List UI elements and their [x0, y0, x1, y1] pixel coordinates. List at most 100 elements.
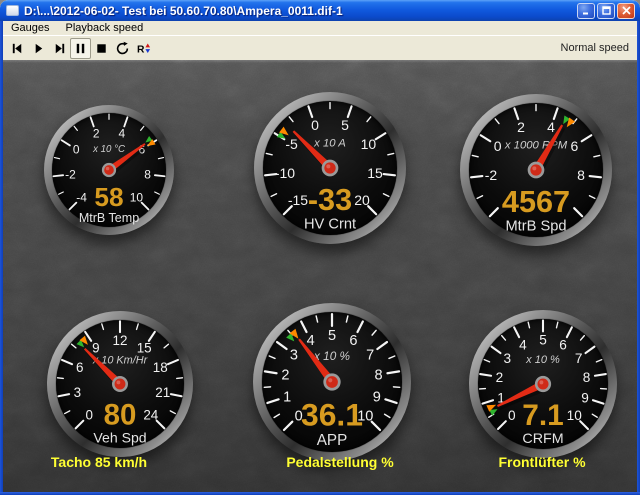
menubar: Gauges Playback speed	[3, 21, 637, 35]
gauge-mtrb-temp: -4-20246810x 10 °C58MtrB Temp	[44, 105, 174, 235]
gauge-crfm: 0 1 2 3 4 5 6 7 8 9 10 x 10 % 7.1 CRFM	[469, 310, 617, 458]
reset-icon: R	[136, 42, 150, 55]
svg-text:9: 9	[92, 341, 99, 356]
gauge-title: HV Crnt	[304, 217, 356, 233]
gauge-unit: x 10 %	[525, 354, 560, 366]
svg-text:5: 5	[328, 328, 336, 344]
svg-text:6: 6	[349, 333, 357, 349]
titlebar[interactable]: D:\...\2012-06-02- Test bei 50.60.70.80\…	[0, 0, 640, 21]
gauge-title: APP	[317, 432, 347, 449]
app-window: D:\...\2012-06-02- Test bei 50.60.70.80\…	[0, 0, 640, 495]
gauge-value: 7.1	[522, 399, 564, 432]
svg-text:24: 24	[143, 407, 158, 422]
svg-text:-2: -2	[485, 167, 498, 183]
svg-text:0: 0	[73, 143, 80, 157]
svg-text:7: 7	[366, 347, 374, 363]
svg-text:3: 3	[74, 385, 81, 400]
menu-gauges[interactable]: Gauges	[3, 21, 58, 35]
svg-text:21: 21	[155, 385, 170, 400]
gauge-caption-app: Pedalstellung %	[286, 454, 394, 470]
svg-text:6: 6	[559, 337, 567, 352]
svg-text:4: 4	[519, 337, 527, 352]
svg-text:8: 8	[374, 368, 382, 384]
svg-text:2: 2	[93, 127, 100, 141]
pause-button[interactable]	[70, 37, 91, 59]
svg-text:4: 4	[118, 127, 125, 141]
svg-text:-10: -10	[275, 165, 295, 181]
svg-text:10: 10	[130, 191, 144, 205]
hub-highlight	[105, 166, 110, 171]
reset-button[interactable]: R	[133, 38, 154, 59]
svg-text:2: 2	[496, 370, 504, 385]
loop-button[interactable]	[112, 38, 133, 59]
gauge-unit: x 10 A	[313, 138, 346, 150]
maximize-button[interactable]	[597, 2, 615, 19]
svg-text:7: 7	[575, 351, 583, 366]
gauge-panel: -4-20246810x 10 °C58MtrB Temp-15-10-5051…	[3, 60, 637, 492]
svg-text:12: 12	[113, 333, 128, 348]
minimize-icon	[582, 12, 588, 15]
svg-text:6: 6	[570, 138, 578, 154]
svg-text:2: 2	[517, 119, 525, 135]
svg-text:-5: -5	[285, 136, 298, 152]
svg-text:R: R	[136, 44, 144, 55]
gauge-title: Veh Spd	[93, 429, 146, 445]
svg-text:18: 18	[153, 360, 168, 375]
skip-start-icon	[12, 43, 22, 53]
hub-highlight	[328, 378, 333, 383]
svg-text:-15: -15	[288, 192, 308, 208]
gauge-dial-app: 01234 5 678910x 10 %36.1APP	[263, 312, 401, 449]
gauge-mtrb-spd: -2 0 2 4 6 8 x 1000 RPM 4567 MtrB Spd	[460, 94, 612, 246]
menu-playback-speed[interactable]: Playback speed	[58, 21, 152, 35]
gauge-title: MtrB Temp	[79, 211, 139, 225]
svg-text:0: 0	[494, 138, 502, 154]
hub-highlight	[326, 164, 331, 169]
gauge-value: 80	[104, 398, 137, 431]
stop-button[interactable]	[91, 38, 112, 59]
skip-end-button[interactable]	[49, 38, 70, 59]
play-icon	[35, 43, 43, 53]
gauge-dial-crfm: 01234 5 678910x 10 %7.1CRFM	[478, 319, 608, 447]
svg-text:2: 2	[281, 368, 289, 384]
gauge-dial-veh-spd: 0369 12 15182124x 10 Km/Hr80Veh Spd	[56, 320, 184, 445]
gauge-veh-spd: 0 3 6 9 12 15 18 21 24 x 10 Km/Hr 80 Veh Spd	[47, 311, 193, 457]
close-button[interactable]	[617, 2, 635, 19]
gauge-caption-crfm: Frontlüfter %	[498, 454, 586, 470]
gauge-value: 58	[94, 182, 123, 212]
svg-text:3: 3	[504, 351, 512, 366]
svg-text:10: 10	[361, 136, 377, 152]
skip-end-icon	[55, 43, 65, 53]
needle-hub	[530, 164, 542, 176]
svg-text:0: 0	[508, 408, 516, 423]
gauge-value: -33	[308, 183, 352, 217]
svg-text:5: 5	[341, 117, 349, 133]
gauge-title: CRFM	[522, 431, 563, 447]
gauge-value: 4567	[502, 185, 570, 219]
needle-hub	[324, 162, 336, 174]
svg-text:8: 8	[583, 370, 591, 385]
svg-text:15: 15	[137, 341, 152, 356]
needle-hub	[104, 165, 114, 175]
svg-text:-2: -2	[65, 168, 76, 182]
gauge-hv-crnt: -15 -10 -5 0 5 10 15 20 x 10 A -33 HV Crnt	[254, 92, 406, 244]
window-controls	[577, 2, 635, 19]
svg-text:6: 6	[76, 360, 83, 375]
minimize-button[interactable]	[577, 2, 595, 19]
hub-highlight	[539, 380, 544, 385]
svg-text:3: 3	[290, 347, 298, 363]
svg-text:20: 20	[354, 192, 370, 208]
hub-highlight	[116, 380, 121, 385]
skip-start-button[interactable]	[7, 38, 28, 59]
svg-text:8: 8	[577, 167, 585, 183]
gauge-dial-hv-crnt: -15 -10 -5 0 5 10 15 20 x 10 A -33HV Crnt	[264, 101, 396, 233]
maximize-icon	[601, 6, 611, 15]
gauge-title: MtrB Spd	[505, 219, 566, 235]
playback-speed-status: Normal speed	[560, 42, 629, 54]
svg-text:8: 8	[144, 168, 151, 182]
svg-text:1: 1	[283, 390, 291, 406]
loop-icon	[116, 41, 129, 54]
needle-hub	[114, 378, 126, 390]
play-button[interactable]	[28, 38, 49, 59]
hub-highlight	[532, 166, 537, 171]
close-icon	[621, 6, 631, 15]
